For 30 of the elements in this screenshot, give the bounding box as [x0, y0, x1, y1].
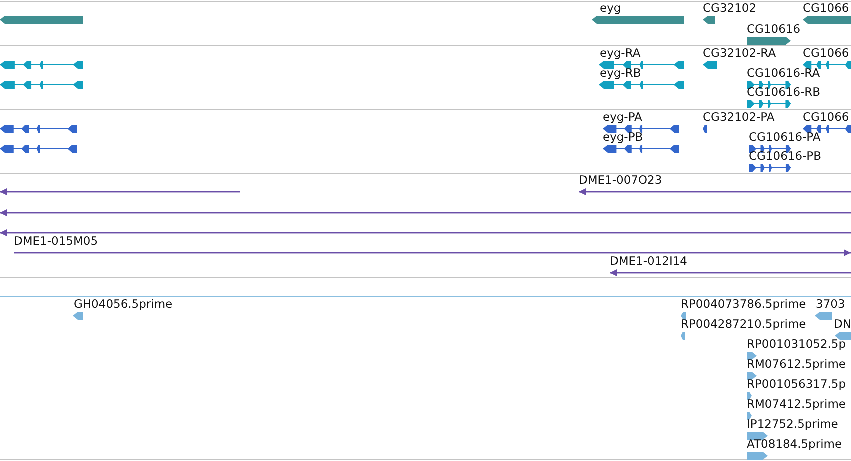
feature-label: DN: [834, 317, 851, 331]
feature-label: CG10616-PB: [749, 149, 822, 163]
feature-label: CG10616-RB: [747, 85, 821, 99]
feature-label: RM07612.5prime: [747, 357, 846, 371]
feature-label: CG32102: [703, 1, 757, 15]
feature-label: GH04056.5prime: [74, 297, 173, 311]
feature-label: DME1-012I14: [610, 254, 688, 268]
feature-label: CG1066: [803, 1, 850, 15]
feature-label: DME1-007O23: [579, 173, 662, 187]
feature-label: CG10616-RA: [747, 66, 820, 80]
feature-label: eyg: [600, 1, 622, 15]
feature-label: RP004287210.5prime: [681, 317, 806, 331]
feature-label: RP001031052.5p: [747, 337, 846, 351]
feature-label: RP001056317.5p: [747, 377, 846, 391]
feature-label: CG10616: [747, 22, 801, 36]
feature-label: CG1066: [803, 46, 850, 60]
feature-label: eyg-PB: [603, 130, 644, 144]
feature-label: RP004073786.5prime: [681, 297, 806, 311]
feature-label: AT08184.5prime: [747, 437, 842, 451]
feature-label: eyg-PA: [603, 110, 642, 124]
feature-label: CG32102-PA: [703, 110, 775, 124]
feature-label: RM07412.5prime: [747, 397, 846, 411]
feature-label: eyg-RB: [600, 66, 642, 80]
feature-label: eyg-RA: [600, 46, 641, 60]
feature-label: IP12752.5prime: [747, 417, 838, 431]
feature-label: CG1066: [803, 110, 850, 124]
feature-label: CG10616-PA: [749, 130, 821, 144]
feature-label: DME1-015M05: [14, 234, 98, 248]
feature-label: CG32102-RA: [703, 46, 776, 60]
feature-label: 3703: [816, 297, 846, 311]
